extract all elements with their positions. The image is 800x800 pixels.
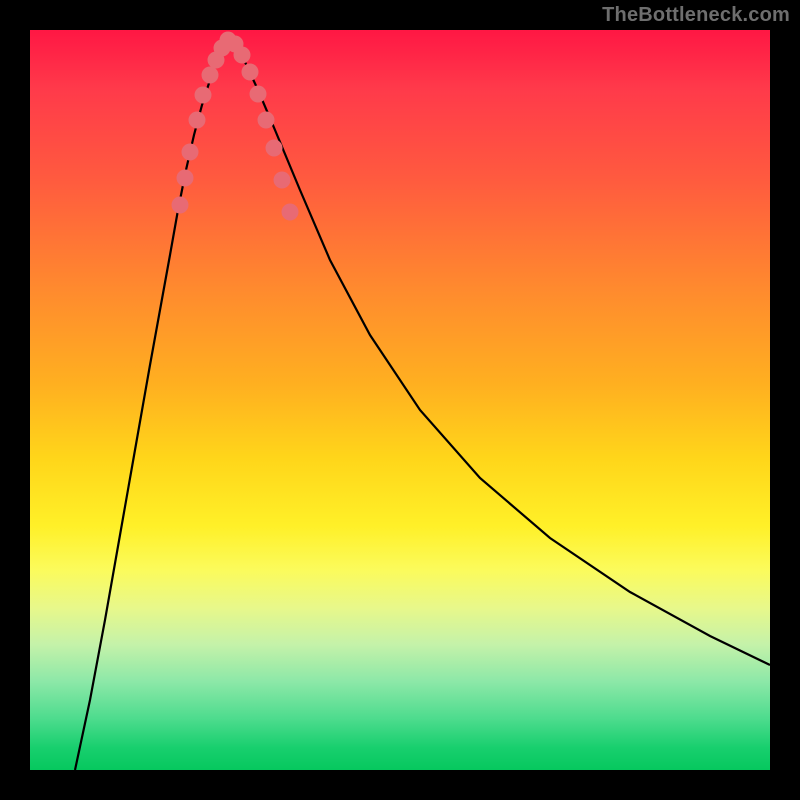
highlight-dot bbox=[274, 172, 291, 189]
curve-left-arm bbox=[75, 38, 227, 770]
highlight-dot bbox=[182, 144, 199, 161]
highlight-dot bbox=[266, 140, 283, 157]
highlight-dot bbox=[202, 67, 219, 84]
highlight-dots-group bbox=[172, 32, 299, 221]
highlight-dot bbox=[189, 112, 206, 129]
curve-right-arm bbox=[227, 38, 770, 665]
highlight-dot bbox=[234, 47, 251, 64]
highlight-dot bbox=[172, 197, 189, 214]
highlight-dot bbox=[242, 64, 259, 81]
watermark-text: TheBottleneck.com bbox=[602, 4, 790, 27]
chart-svg bbox=[30, 30, 770, 770]
highlight-dot bbox=[195, 87, 212, 104]
highlight-dot bbox=[258, 112, 275, 129]
highlight-dot bbox=[177, 170, 194, 187]
highlight-dot bbox=[282, 204, 299, 221]
chart-plot-area bbox=[30, 30, 770, 770]
highlight-dot bbox=[250, 86, 267, 103]
